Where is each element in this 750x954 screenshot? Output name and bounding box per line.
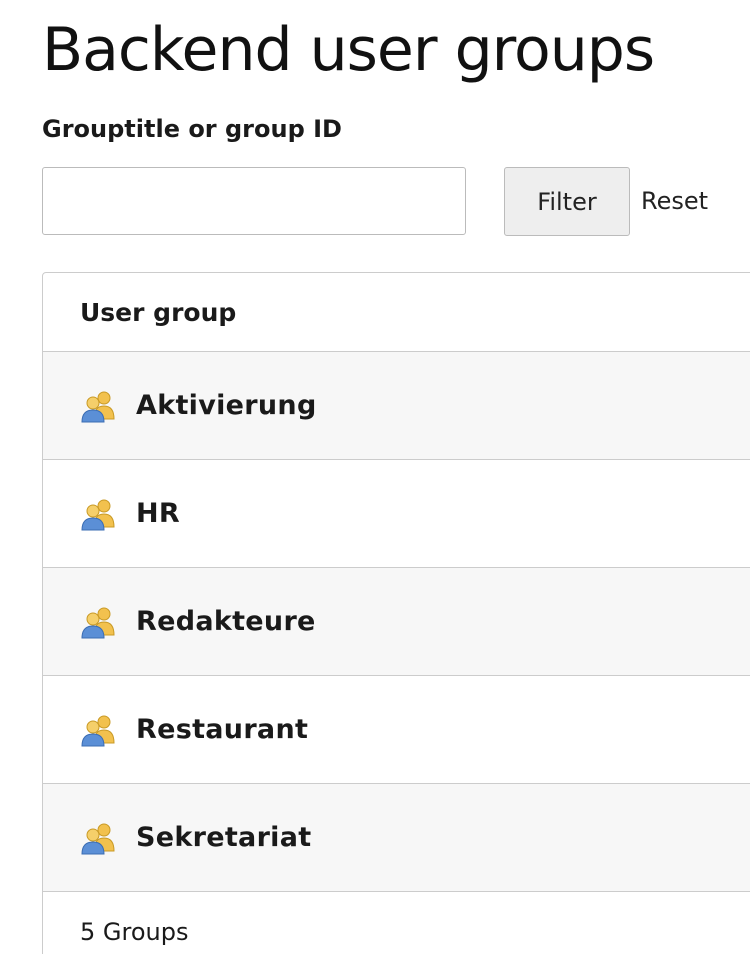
group-name: Redakteure	[136, 606, 316, 637]
group-filter-input[interactable]	[42, 167, 466, 235]
reset-link[interactable]: Reset	[641, 186, 708, 216]
group-name: Aktivierung	[136, 390, 317, 421]
filter-button[interactable]: Filter	[504, 167, 630, 236]
user-group-icon	[80, 389, 118, 423]
user-group-icon	[80, 821, 118, 855]
group-name: Sekretariat	[136, 822, 312, 853]
user-groups-table: User group Aktivierung HR Redakteure Res…	[42, 272, 750, 954]
table-row[interactable]: HR	[43, 460, 750, 568]
table-row[interactable]: Sekretariat	[43, 784, 750, 892]
user-group-icon	[80, 605, 118, 639]
page: Backend user groups Grouptitle or group …	[0, 0, 750, 954]
user-group-icon	[80, 713, 118, 747]
table-row[interactable]: Aktivierung	[43, 352, 750, 460]
table-header: User group	[43, 273, 750, 352]
group-count: 5 Groups	[80, 918, 189, 946]
table-row[interactable]: Redakteure	[43, 568, 750, 676]
table-row[interactable]: Restaurant	[43, 676, 750, 784]
group-list: Aktivierung HR Redakteure Restaurant Sek…	[43, 352, 750, 892]
group-name: HR	[136, 498, 180, 529]
group-name: Restaurant	[136, 714, 309, 745]
filter-label: Grouptitle or group ID	[42, 115, 342, 143]
user-group-icon	[80, 497, 118, 531]
page-title: Backend user groups	[42, 15, 655, 85]
